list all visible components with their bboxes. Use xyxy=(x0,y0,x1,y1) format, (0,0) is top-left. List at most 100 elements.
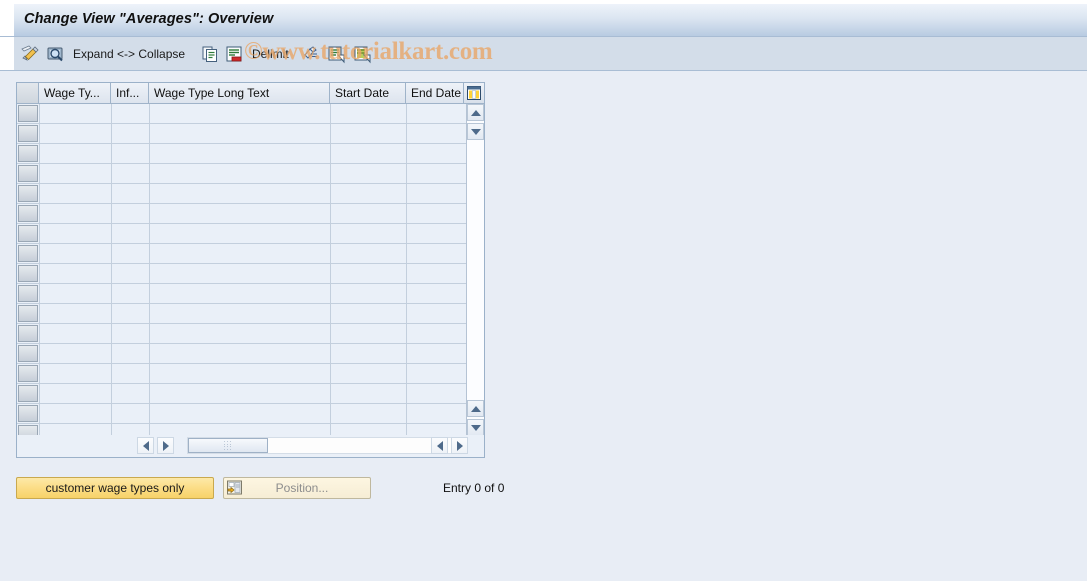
toolbar-details-button[interactable] xyxy=(45,43,65,65)
toolbar-delimit-button[interactable]: Delimit xyxy=(252,43,289,65)
cell-divider xyxy=(111,304,112,324)
table-settings-icon[interactable] xyxy=(463,83,484,103)
table-row[interactable] xyxy=(17,164,484,184)
sap-window: Change View "Averages": Overview Expand … xyxy=(0,0,1087,581)
cell-divider xyxy=(149,284,150,304)
toolbar-previous-entry-button[interactable] xyxy=(326,43,346,65)
cell-divider xyxy=(111,224,112,244)
table-row[interactable] xyxy=(17,304,484,324)
cell-divider xyxy=(330,384,331,404)
column-header-infotype[interactable]: Inf... xyxy=(111,83,149,103)
cell-divider xyxy=(330,184,331,204)
table-row[interactable] xyxy=(17,344,484,364)
position-goto-icon xyxy=(226,480,244,496)
row-selector[interactable] xyxy=(18,345,38,362)
row-selector[interactable] xyxy=(18,145,38,162)
position-button[interactable]: Position... xyxy=(223,477,371,499)
cell-divider xyxy=(330,204,331,224)
table-row[interactable] xyxy=(17,184,484,204)
row-selector[interactable] xyxy=(18,265,38,282)
cell-divider xyxy=(330,364,331,384)
hscroll-right-button-2[interactable] xyxy=(451,437,468,454)
toolbar-left-edge xyxy=(0,37,14,70)
magnifier-screen-icon xyxy=(45,44,65,64)
scroll-down-top-button[interactable] xyxy=(467,123,484,140)
cell-divider xyxy=(149,404,150,424)
row-selector[interactable] xyxy=(18,305,38,322)
cell-divider xyxy=(39,404,40,424)
column-header-wage-type-long-text[interactable]: Wage Type Long Text xyxy=(149,83,330,103)
column-header-wage-type[interactable]: Wage Ty... xyxy=(39,83,111,103)
toolbar-copy-as-button[interactable] xyxy=(200,43,220,65)
scroll-up-bottom-button[interactable] xyxy=(467,400,484,417)
hscroll-thumb[interactable]: :::::: xyxy=(188,438,268,453)
cell-divider xyxy=(39,184,40,204)
table-row[interactable] xyxy=(17,364,484,384)
row-selector[interactable] xyxy=(18,205,38,222)
cell-divider xyxy=(406,404,407,424)
cell-divider xyxy=(406,324,407,344)
table-row[interactable] xyxy=(17,404,484,424)
row-selector[interactable] xyxy=(18,185,38,202)
table-header-corner[interactable] xyxy=(17,83,39,103)
vertical-scrollbar[interactable] xyxy=(466,104,484,436)
cell-divider xyxy=(149,184,150,204)
hscroll-right-button[interactable] xyxy=(157,437,174,454)
row-selector[interactable] xyxy=(18,365,38,382)
triangle-left-icon xyxy=(436,440,443,451)
table-row[interactable] xyxy=(17,224,484,244)
toolbar-delete-button[interactable] xyxy=(224,43,244,65)
toolbar-display-change-button[interactable] xyxy=(20,43,40,65)
entry-count-label: Entry 0 of 0 xyxy=(443,481,505,495)
hscroll-left-button-2[interactable] xyxy=(431,437,448,454)
cell-divider xyxy=(406,184,407,204)
cell-divider xyxy=(330,244,331,264)
cell-divider xyxy=(111,124,112,144)
column-header-start-date[interactable]: Start Date xyxy=(330,83,406,103)
row-selector[interactable] xyxy=(18,225,38,242)
table-row[interactable] xyxy=(17,244,484,264)
cell-divider xyxy=(149,164,150,184)
hscroll-left-button[interactable] xyxy=(137,437,154,454)
scroll-down-bottom-button[interactable] xyxy=(467,419,484,436)
table-row[interactable] xyxy=(17,384,484,404)
toolbar-expand-collapse-button[interactable]: Expand <-> Collapse xyxy=(73,43,185,65)
window-title-bar: Change View "Averages": Overview xyxy=(0,4,1087,37)
copy-icon xyxy=(200,44,220,64)
toolbar-select-all-button[interactable] xyxy=(301,43,321,65)
table-row[interactable] xyxy=(17,324,484,344)
cell-divider xyxy=(406,244,407,264)
table-row[interactable] xyxy=(17,204,484,224)
row-selector[interactable] xyxy=(18,165,38,182)
table-row[interactable] xyxy=(17,104,484,124)
cell-divider xyxy=(330,124,331,144)
table-row[interactable] xyxy=(17,284,484,304)
row-selector[interactable] xyxy=(18,385,38,402)
cell-divider xyxy=(406,384,407,404)
table-row[interactable] xyxy=(17,124,484,144)
horizontal-scrollbar[interactable]: :::::: xyxy=(17,435,484,457)
cell-divider xyxy=(406,224,407,244)
cell-divider xyxy=(149,304,150,324)
row-selector[interactable] xyxy=(18,125,38,142)
cell-divider xyxy=(111,164,112,184)
triangle-down-icon xyxy=(470,424,481,431)
row-selector[interactable] xyxy=(18,285,38,302)
row-selector[interactable] xyxy=(18,105,38,122)
cell-divider xyxy=(39,164,40,184)
cell-divider xyxy=(330,164,331,184)
scroll-up-top-button[interactable] xyxy=(467,104,484,121)
hscroll-track[interactable]: :::::: xyxy=(187,437,466,454)
cell-divider xyxy=(39,244,40,264)
row-selector[interactable] xyxy=(18,325,38,342)
row-selector[interactable] xyxy=(18,245,38,262)
customer-wage-types-only-button[interactable]: customer wage types only xyxy=(16,477,214,499)
cell-divider xyxy=(39,204,40,224)
table-row[interactable] xyxy=(17,264,484,284)
toolbar-next-entry-button[interactable] xyxy=(352,43,372,65)
row-selector[interactable] xyxy=(18,405,38,422)
pencil-paper-icon xyxy=(20,44,40,64)
cell-divider xyxy=(111,324,112,344)
table-row[interactable] xyxy=(17,144,484,164)
cell-divider xyxy=(39,224,40,244)
